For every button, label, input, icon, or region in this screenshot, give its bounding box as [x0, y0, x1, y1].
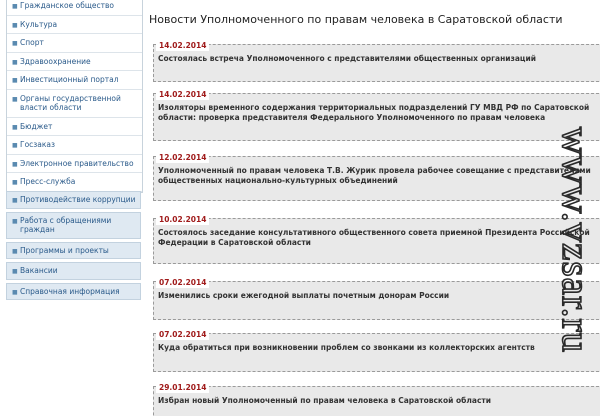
sidebar-item-civil-society[interactable]: ■ Гражданское общество: [7, 0, 142, 16]
news-date: 29.01.2014: [156, 382, 210, 393]
news-link[interactable]: Изменились сроки ежегодной выплаты почет…: [158, 291, 599, 301]
news-link[interactable]: Состоялась встреча Уполномоченного с пре…: [158, 54, 599, 64]
news-item[interactable]: 14.02.2014 Изоляторы временного содержан…: [153, 89, 600, 141]
sidebar-item-label: Пресс-служба: [20, 177, 76, 186]
sidebar-item-label: Здравоохранение: [20, 56, 91, 66]
news-item[interactable]: 14.02.2014 Состоялась встреча Уполномоче…: [153, 40, 600, 82]
sidebar-item-label: Органы государственной власти области: [20, 93, 121, 113]
sidebar-item-healthcare[interactable]: ■ Здравоохранение: [7, 53, 142, 71]
sidebar-menu-secondary: ■ Противодействие коррупции ■ Работа с обр…: [6, 191, 141, 303]
sidebar-item-label: Инвестиционный портал: [20, 75, 119, 84]
sidebar-item-citizen-appeals[interactable]: ■ Работа с обращениями граждан: [6, 211, 141, 239]
sidebar-item-programs-projects[interactable]: ■ Программы и проекты: [6, 241, 141, 259]
sidebar-item-label: Работа с обращениями граждан: [20, 215, 112, 235]
news-item[interactable]: 07.02.2014 Изменились сроки ежегодной вы…: [153, 277, 600, 320]
bullet-icon: ■: [12, 217, 18, 225]
sidebar-item-vacancies[interactable]: ■ Вакансии: [6, 262, 141, 280]
sidebar-item-e-government[interactable]: ■ Электронное правительство: [7, 155, 142, 173]
bullet-icon: ■: [12, 197, 18, 204]
news-date: 07.02.2014: [156, 329, 210, 340]
news-link[interactable]: Куда обратиться при возникновении пробле…: [158, 343, 599, 353]
sidebar-item-label: Бюджет: [20, 121, 53, 131]
news-date: 07.02.2014: [156, 277, 210, 288]
bullet-icon: ■: [12, 3, 18, 10]
sidebar-item-sport[interactable]: ■ Спорт: [7, 34, 142, 53]
sidebar: ■ Гражданское общество ■ Культура ■ Спорт ■…: [0, 0, 143, 416]
news-date: 10.02.2014: [156, 214, 210, 225]
sidebar-item-state-order[interactable]: ■ Госзаказ: [7, 136, 142, 155]
sidebar-item-label: Госзаказ: [20, 140, 55, 149]
bullet-icon: ■: [12, 40, 18, 47]
news-link[interactable]: Уполномоченный по правам человека Т.В. Ж…: [158, 166, 599, 186]
sidebar-item-label: Электронное правительство: [20, 158, 134, 168]
sidebar-item-culture[interactable]: ■ Культура: [7, 16, 142, 34]
bullet-icon: ■: [12, 288, 18, 296]
bullet-icon: ■: [12, 58, 18, 66]
bullet-icon: ■: [12, 21, 18, 29]
bullet-icon: ■: [12, 123, 18, 131]
news-link[interactable]: Изоляторы временного содержания территор…: [158, 103, 599, 123]
sidebar-item-budget[interactable]: ■ Бюджет: [7, 118, 142, 136]
bullet-icon: ■: [12, 247, 18, 255]
watermark-text: www.vzsar.ru: [554, 127, 592, 353]
sidebar-menu-primary: ■ Гражданское общество ■ Культура ■ Спорт ■…: [6, 0, 143, 193]
news-date: 14.02.2014: [156, 89, 210, 100]
watermark: www.vzsar.ru: [553, 126, 592, 354]
bullet-icon: ■: [12, 160, 18, 168]
sidebar-item-reference-info[interactable]: ■ Справочная информация: [6, 282, 141, 300]
news-column: Новости Уполномоченного по правам челове…: [149, 0, 600, 416]
sidebar-item-press-service[interactable]: ■ Пресс-служба: [7, 173, 142, 192]
sidebar-item-investment-portal[interactable]: ■ Инвестиционный портал: [7, 71, 142, 90]
bullet-icon: ■: [12, 95, 18, 103]
bullet-icon: ■: [12, 268, 18, 275]
sidebar-item-label: Программы и проекты: [20, 245, 109, 255]
sidebar-item-label: Спорт: [20, 38, 44, 47]
sidebar-item-label: Справочная информация: [20, 286, 120, 296]
bullet-icon: ■: [12, 179, 18, 186]
sidebar-item-label: Вакансии: [20, 266, 58, 275]
news-date: 12.02.2014: [156, 152, 210, 163]
sidebar-item-government-bodies[interactable]: ■ Органы государственной власти области: [7, 90, 142, 118]
sidebar-item-label: Противодействие коррупции: [20, 195, 136, 204]
news-item[interactable]: 07.02.2014 Куда обратиться при возникнов…: [153, 329, 600, 372]
sidebar-item-label: Гражданское общество: [20, 1, 115, 10]
news-item[interactable]: 12.02.2014 Уполномоченный по правам чело…: [153, 152, 600, 201]
sidebar-item-label: Культура: [20, 19, 58, 29]
sidebar-item-anti-corruption[interactable]: ■ Противодействие коррупции: [6, 191, 141, 209]
news-link[interactable]: Избран новый Уполномоченный по правам че…: [158, 396, 599, 406]
page-title: Новости Уполномоченного по правам челове…: [149, 13, 563, 26]
news-link[interactable]: Состоялось заседание консультативного об…: [158, 228, 599, 248]
news-date: 14.02.2014: [156, 40, 210, 51]
bullet-icon: ■: [12, 142, 18, 149]
news-item[interactable]: 29.01.2014 Избран новый Уполномоченный п…: [153, 382, 600, 416]
news-item[interactable]: 10.02.2014 Состоялось заседание консульт…: [153, 214, 600, 264]
bullet-icon: ■: [12, 77, 18, 84]
